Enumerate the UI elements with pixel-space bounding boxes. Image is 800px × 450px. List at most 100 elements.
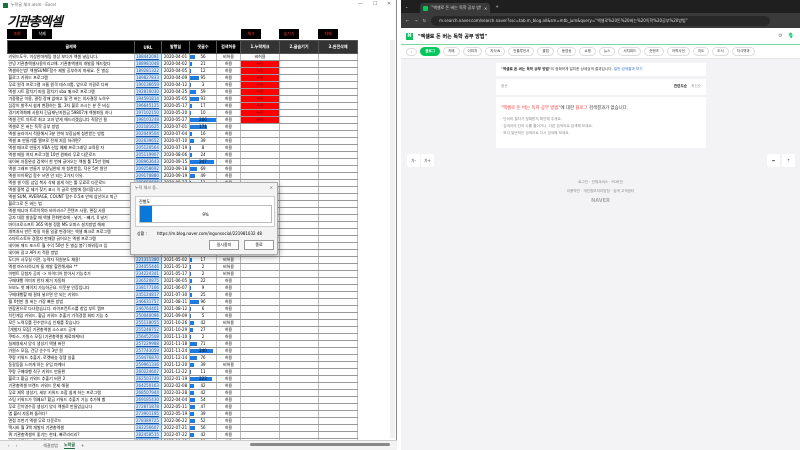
- column-header[interactable]: 1.누락체크: [240, 40, 280, 54]
- title-cell[interactable]: 엑셀 시트 합치기 파일 합치기 vba 매크로 프로그램: [7, 88, 135, 96]
- url-cell[interactable]: 269185430: [134, 396, 162, 404]
- url-cell[interactable]: 202049504: [134, 130, 162, 138]
- title-cell[interactable]: 구매대행 이미지 한자 제거 자동화: [7, 277, 135, 285]
- chip-8[interactable]: 뉴스: [598, 47, 616, 56]
- title-cell[interactable]: 개복처서 만든 파일 이름 일괄 변경하는 엑셀 매크로 프로그램: [7, 228, 135, 236]
- chip-2[interactable]: 이미지: [462, 47, 483, 56]
- sheet-tab-solution[interactable]: 해결방법: [43, 443, 58, 449]
- chip-13[interactable]: 도서: [712, 47, 729, 56]
- sort-relevance[interactable]: 관련도순: [674, 84, 687, 90]
- title-cell[interactable]: 무료 원격 프로그램 크롬 원격 데스크톱, 앞으로 이걸로 다써: [7, 81, 135, 89]
- title-cell[interactable]: 마이크로소프트 365 엑셀 정품 MS 오피스 설치방법 해제: [7, 221, 135, 229]
- url-cell[interactable]: 268507944: [134, 389, 162, 397]
- url-cell[interactable]: 255248752: [134, 326, 162, 334]
- title-cell[interactable]: 블로그 황금 키워드 추출기 버전 2: [7, 375, 135, 383]
- title-cell[interactable]: 네이버 애드 포스트 월 수익 50만 돈 벌심 봄? (파워링크 입: [7, 242, 135, 250]
- title-cell[interactable]: 엑셀 중복 값 제거 찾기 표시 이 글로 한방에 정리합니다.: [7, 186, 135, 194]
- url-cell[interactable]: 256452508: [134, 333, 162, 341]
- title-cell[interactable]: 공자 대량 발송할 때 엑셀 전화번호에 - 넣기, - 빼기, 0 넣기: [7, 214, 135, 222]
- scroll-top-icon[interactable]: ⤒: [782, 154, 795, 167]
- title-cell[interactable]: 엑셀 매크로 만들기 VBA 신입 예제 프로그래밍 교육용 자: [7, 144, 135, 152]
- url-input[interactable]: m.search.naver.com/search.naver?ssc=tab.…: [431, 15, 770, 26]
- title-cell[interactable]: 쿼 기관총엑셀이 좋기는 한데, 빠르리리리?: [7, 431, 135, 439]
- chip-3[interactable]: 지식iN: [485, 47, 506, 56]
- prev-sheet-icon[interactable]: ‹: [8, 443, 10, 448]
- chip-4[interactable]: 인플루언서: [508, 47, 535, 56]
- title-cell[interactable]: 쓰보노 첫 페이지 가능하군요. 이웃분 인증입니다: [7, 284, 135, 292]
- title-cell[interactable]: 도디어 사무실 이전, 능력자 직원분도 채용!: [7, 256, 135, 264]
- title-cell[interactable]: 안녕 기관총엑셀사용이리고해. 기관총엑셀의 개발을 해드렸다: [7, 60, 135, 68]
- font-smaller-button[interactable]: 가-: [407, 154, 420, 167]
- column-header[interactable]: 댓글수: [189, 40, 217, 54]
- column-header[interactable]: 글제목: [7, 40, 135, 54]
- column-header[interactable]: 3.완전삭제: [318, 40, 358, 54]
- tab-menu-icon[interactable]: ⌄: [405, 4, 408, 9]
- url-cell[interactable]: 246764401: [134, 305, 162, 313]
- title-cell[interactable]: 동갈등을 느끼게 하는 유입 마케터: [7, 361, 135, 369]
- column-header[interactable]: 2.글숨기기: [279, 40, 319, 54]
- chip-14[interactable]: 지식백과: [731, 47, 755, 56]
- horizontal-scrollbar[interactable]: [250, 443, 390, 446]
- url-cell[interactable]: 282458515: [134, 431, 162, 439]
- title-cell[interactable]: 가중평균 이용, 결정 장애 없애고 될 전 버는 의사결정 노하우: [7, 95, 135, 103]
- url-cell[interactable]: 259961336: [134, 361, 162, 369]
- footer-links-1[interactable]: 로그인 · 전체서비스 · PC버전: [401, 180, 800, 185]
- next-sheet-icon[interactable]: ›: [16, 443, 18, 448]
- url-cell[interactable]: 259476870: [134, 354, 162, 362]
- url-cell[interactable]: 202639652: [134, 137, 162, 145]
- sort-latest[interactable]: 최신순: [691, 84, 701, 90]
- title-cell[interactable]: 모든 노력무를 전수받으심 인재를 찾습니다: [7, 319, 135, 327]
- check-button[interactable]: 체크: [241, 29, 261, 39]
- chip-7[interactable]: 쇼핑: [579, 47, 596, 56]
- chips-back-icon[interactable]: ‹: [406, 47, 418, 56]
- title-cell[interactable]: 면접 추천기 엑셀 무료 다운로드: [7, 417, 135, 425]
- title-cell[interactable]: 쿠팡 구매대행 직구 키워드 만들편: [7, 368, 135, 376]
- url-cell[interactable]: 264250163: [134, 382, 162, 390]
- column-header[interactable]: 검색허용: [216, 40, 241, 54]
- title-cell[interactable]: 네이버 광고 API 키 적용 방법: [7, 249, 135, 257]
- close-icon[interactable]: ✕: [387, 1, 391, 7]
- title-cell[interactable]: 엑셀 SUM, AVERAGE, COUNT 함수 0.5초 안에 암산하고 퇴…: [7, 193, 135, 201]
- url-cell[interactable]: 196645125: [134, 102, 162, 110]
- url-cell[interactable]: 197102150: [134, 109, 162, 117]
- settings-icon[interactable]: ⚙: [778, 33, 782, 39]
- title-cell[interactable]: 쿠파스, 가원스 모집 (기관총엑셀 재료마케터): [7, 333, 135, 341]
- view-button[interactable]: 조회: [7, 29, 27, 39]
- url-cell[interactable]: 188981048: [134, 60, 162, 68]
- hide-button[interactable]: 숨기기: [279, 29, 299, 39]
- title-cell[interactable]: 무료 제목 생성기, 세부 키워드 조합 쉽게 하는 프로그램: [7, 389, 135, 397]
- chip-6[interactable]: 동영상: [556, 47, 577, 56]
- title-cell[interactable]: 엑셀 그래프 만들기 부장님한테 개 칭찬받음, 덕은 5만 원안: [7, 165, 135, 173]
- title-cell[interactable]: 엑셀하는법! 엑셀SUMIF함수 제발 공부하지 마세요. 돈 벌심: [7, 67, 135, 75]
- url-cell[interactable]: 208963643: [134, 158, 162, 166]
- url-cell[interactable]: 194591814: [134, 95, 162, 103]
- title-cell[interactable]: 엑셀로 돈 버는 독학 공부 방법: [7, 123, 135, 131]
- url-cell[interactable]: 189827833: [134, 74, 162, 82]
- maximize-icon[interactable]: ☐: [373, 1, 377, 7]
- title-cell[interactable]: 이벤트 당첨자 공지 -> 아이디어 받아서 기능추가: [7, 270, 135, 278]
- reload-icon[interactable]: ↻: [423, 18, 426, 23]
- title-cell[interactable]: 택시비 월 3백 개발자 기관총엑셀: [7, 424, 135, 432]
- dialog-close-icon[interactable]: ✕: [270, 185, 273, 190]
- title-cell[interactable]: 기관총엑셀 브랜드 키워드 문제 해결: [7, 382, 135, 390]
- url-cell[interactable]: 273901195: [134, 410, 162, 418]
- title-cell[interactable]: 네이버 자동완성 검색어 한 번에 긁어오는 엑셀 툴 15만 원짜: [7, 158, 135, 166]
- search-query[interactable]: "엑셀로 돈 버는 독학 공부 방법": [418, 33, 487, 40]
- mic-icon[interactable]: 🎙: [788, 33, 794, 39]
- chip-0[interactable]: 블로그: [420, 47, 441, 56]
- url-cell[interactable]: 234055446: [134, 263, 162, 271]
- url-cell[interactable]: 234224341: [134, 270, 162, 278]
- new-tab-icon[interactable]: +: [495, 4, 498, 9]
- title-cell[interactable]: 앱 블러 자동화 돌려다!: [7, 410, 135, 418]
- title-cell[interactable]: 스팀 키워드가 뭐예요? 황금 키워드 추출기 기능 추가해 봤: [7, 396, 135, 404]
- url-cell[interactable]: 189281322: [134, 67, 162, 75]
- remove-button[interactable]: 삭제: [318, 29, 338, 39]
- title-cell[interactable]: 스마트스토어 경쟁자 판매량 긁어오는 엑셀 프로그램: [7, 235, 135, 243]
- chip-1[interactable]: 카페: [443, 47, 460, 56]
- minimize-icon[interactable]: —: [358, 1, 363, 7]
- title-cell[interactable]: 엑셀 애니마 트로이목마 바이러스? 콘텐츠 사용, 편집 사용: [7, 207, 135, 215]
- footer-links-2[interactable]: 이용약관 · 개인정보처리방침 · 검색 고객센터: [401, 189, 800, 194]
- font-larger-button[interactable]: 가+: [421, 154, 434, 167]
- title-cell[interactable]: 엑셀 마스터하니까 될 개발 할란해세요 **: [7, 263, 135, 271]
- url-cell[interactable]: 246631757: [134, 298, 162, 306]
